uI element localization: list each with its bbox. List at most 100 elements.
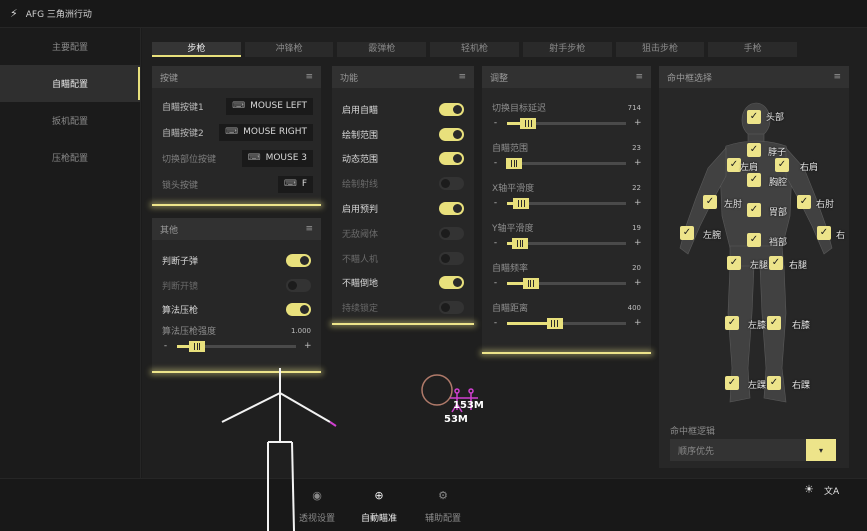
sidebar-item-aim-config[interactable]: 自瞄配置 <box>0 65 140 102</box>
decrement-button[interactable]: - <box>492 238 499 248</box>
nav-esp-settings[interactable]: ◉ 透视设置 <box>287 486 347 524</box>
hitbox-checkbox[interactable]: ✓ <box>767 316 781 330</box>
nav-label: 辅助配置 <box>424 514 461 524</box>
toggle-switch[interactable] <box>439 102 464 116</box>
slider-thumb[interactable] <box>522 277 539 289</box>
slider-control: X轴平滑度 22 - + <box>482 179 651 219</box>
hitbox-checkbox[interactable]: ✓ <box>725 376 739 390</box>
slider-thumb[interactable] <box>512 237 529 249</box>
tab-rifle[interactable]: 步枪 <box>152 42 241 57</box>
toggle-label: 绘制范围 <box>342 130 379 141</box>
increment-button[interactable]: + <box>634 238 642 248</box>
hitbox-checkbox[interactable]: ✓ <box>747 143 761 157</box>
sun-icon[interactable]: ☀ <box>804 483 814 496</box>
increment-button[interactable]: + <box>634 198 642 208</box>
slider-thumb[interactable] <box>506 157 523 169</box>
keybind-button[interactable]: ⌨ F <box>277 175 313 193</box>
toggle-row: 动态范围 <box>332 147 474 172</box>
hitbox-checkbox[interactable]: ✓ <box>775 158 789 172</box>
chevron-down-icon[interactable]: ▾ <box>806 439 836 461</box>
sidebar-item-trigger-config[interactable]: 扳机配置 <box>0 102 140 139</box>
decrement-button[interactable]: - <box>162 341 169 351</box>
menu-icon[interactable]: ≡ <box>833 72 841 82</box>
slider-control: 算法压枪强度 1.000 - + <box>152 322 321 362</box>
slider-track[interactable] <box>507 317 626 329</box>
nav-assist-config[interactable]: ⚙ 辅助配置 <box>413 486 473 524</box>
slider-control: 切换目标延迟 714 - + <box>482 99 651 139</box>
decrement-button[interactable]: - <box>492 198 499 208</box>
increment-button[interactable]: + <box>634 158 642 168</box>
slider-thumb[interactable] <box>546 317 563 329</box>
slider-thumb[interactable] <box>520 117 537 129</box>
keybind-button[interactable]: ⌨ MOUSE 3 <box>241 149 313 167</box>
toggle-switch[interactable] <box>439 226 464 240</box>
hitbox-checkbox[interactable]: ✓ <box>727 256 741 270</box>
slider-label: 自瞄范围 <box>492 144 529 154</box>
hitbox-checkbox[interactable]: ✓ <box>747 110 761 124</box>
title-bar: ⚡ AFG 三角洲行动 <box>0 0 867 28</box>
hitbox-checkbox[interactable]: ✓ <box>680 226 694 240</box>
toggle-switch[interactable] <box>286 303 311 317</box>
slider-track[interactable] <box>507 277 626 289</box>
menu-icon[interactable]: ≡ <box>635 72 643 82</box>
slider-thumb[interactable] <box>513 197 530 209</box>
decrement-button[interactable]: - <box>492 278 499 288</box>
hitbox-checkbox[interactable]: ✓ <box>725 316 739 330</box>
tab-marksman-rifle[interactable]: 射手步枪 <box>522 42 612 57</box>
hitbox-checkbox[interactable]: ✓ <box>747 233 761 247</box>
slider-thumb[interactable] <box>189 340 206 352</box>
toggle-label: 不瞄人机 <box>342 254 379 265</box>
esp-distance-label: 153M <box>453 400 484 411</box>
hitbox-checkbox[interactable]: ✓ <box>747 173 761 187</box>
menu-icon[interactable]: ≡ <box>305 72 313 82</box>
slider-track[interactable] <box>507 197 626 209</box>
decrement-button[interactable]: - <box>492 318 499 328</box>
slider-track[interactable] <box>506 157 626 169</box>
hitbox-checkbox[interactable]: ✓ <box>747 203 761 217</box>
menu-icon[interactable]: ≡ <box>458 72 466 82</box>
decrement-button[interactable]: - <box>492 118 499 128</box>
hitbox-label: 胃部 <box>769 208 788 218</box>
keybind-row: 自瞄按键2 ⌨ MOUSE RIGHT <box>152 119 321 145</box>
menu-icon[interactable]: ≡ <box>305 224 313 234</box>
decrement-button[interactable]: - <box>492 158 499 168</box>
increment-button[interactable]: + <box>634 318 642 328</box>
slider-value: 714 <box>627 103 641 112</box>
keybind-button[interactable]: ⌨ MOUSE RIGHT <box>219 123 313 141</box>
hitbox-checkbox[interactable]: ✓ <box>703 195 717 209</box>
toggle-switch[interactable] <box>439 127 464 141</box>
hitbox-checkbox[interactable]: ✓ <box>817 226 831 240</box>
nav-auto-aim[interactable]: ⊕ 自動瞄准 <box>349 486 409 524</box>
toggle-switch[interactable] <box>439 301 464 315</box>
hitbox-checkbox[interactable]: ✓ <box>727 158 741 172</box>
panel-title: 按键 <box>160 73 179 84</box>
translate-icon[interactable]: 文A <box>824 484 839 497</box>
increment-button[interactable]: + <box>634 118 642 128</box>
slider-track[interactable] <box>507 117 626 129</box>
hitbox-checkbox[interactable]: ✓ <box>769 256 783 270</box>
keybind-button[interactable]: ⌨ MOUSE LEFT <box>226 97 313 115</box>
toggle-switch[interactable] <box>286 278 311 292</box>
toggle-switch[interactable] <box>439 276 464 290</box>
panel-glow <box>152 371 321 373</box>
sidebar-item-main-config[interactable]: 主要配置 <box>0 28 140 65</box>
increment-button[interactable]: + <box>304 341 312 351</box>
toggle-switch[interactable] <box>439 251 464 265</box>
increment-button[interactable]: + <box>634 278 642 288</box>
tab-sniper-rifle[interactable]: 狙击步枪 <box>615 42 705 57</box>
hitbox-checkbox[interactable]: ✓ <box>797 195 811 209</box>
sidebar-item-recoil-config[interactable]: 压枪配置 <box>0 139 140 176</box>
toggle-switch[interactable] <box>439 202 464 216</box>
tab-pistol[interactable]: 手枪 <box>708 42 798 57</box>
tab-lmg[interactable]: 轻机枪 <box>430 42 519 57</box>
toggle-switch[interactable] <box>286 253 311 267</box>
hitbox-checkbox[interactable]: ✓ <box>767 376 781 390</box>
slider-track[interactable] <box>507 237 626 249</box>
keybind-row: 切换部位按键 ⌨ MOUSE 3 <box>152 145 321 171</box>
hitbox-logic-select[interactable]: 顺序优先 ▾ <box>670 439 836 461</box>
tab-smg[interactable]: 冲锋枪 <box>244 42 334 57</box>
tab-shotgun[interactable]: 霰弹枪 <box>337 42 427 57</box>
toggle-switch[interactable] <box>439 177 464 191</box>
toggle-switch[interactable] <box>439 152 464 166</box>
slider-track[interactable] <box>177 340 296 352</box>
